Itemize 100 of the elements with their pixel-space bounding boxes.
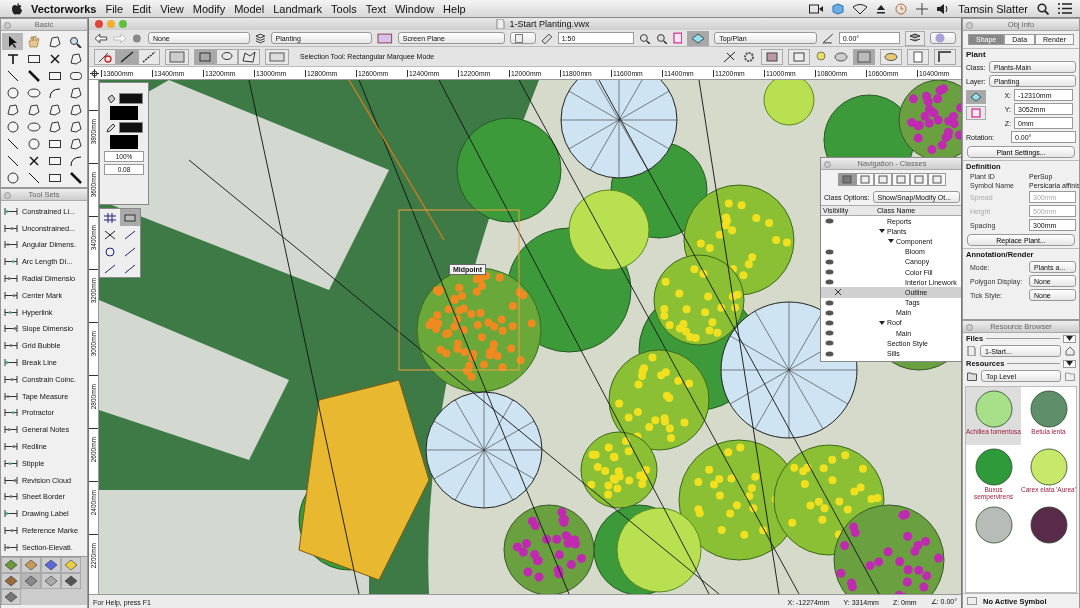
menu-item[interactable]: Model (234, 2, 265, 15)
rectangle-tool-icon[interactable] (47, 154, 62, 167)
menu-item[interactable]: View (160, 2, 184, 15)
snap-icon[interactable] (123, 262, 137, 275)
hidden-cross-icon[interactable] (835, 289, 841, 296)
home-icon[interactable] (1065, 346, 1075, 356)
dimension-tool-icon[interactable] (4, 222, 18, 234)
tool-set-icon[interactable] (64, 558, 78, 571)
snap-icon[interactable] (103, 228, 117, 241)
user-name[interactable]: Tamsin Slatter (958, 2, 1028, 15)
move-arrows-icon[interactable] (916, 2, 929, 15)
dimension-tool-icon[interactable] (4, 289, 18, 301)
render-dropdown[interactable] (930, 32, 956, 44)
pen-swatch[interactable] (118, 122, 143, 133)
clock-icon[interactable] (895, 2, 908, 15)
viewport-icon[interactable] (765, 50, 779, 63)
ruler-icon[interactable] (541, 32, 553, 44)
zoom-icon[interactable] (639, 32, 651, 44)
menu-button[interactable] (1063, 359, 1076, 368)
line-tool-icon[interactable] (5, 154, 20, 167)
circle-tool-icon[interactable] (5, 120, 20, 133)
shape-tool-icon[interactable] (26, 103, 41, 116)
pointer-icon[interactable] (723, 50, 737, 63)
dimension-tool-icon[interactable] (4, 373, 18, 385)
shape-tool-icon[interactable] (47, 35, 62, 48)
top-view-icon[interactable] (970, 92, 982, 102)
dimension-tool-icon[interactable] (4, 239, 18, 251)
rectangle-tool-icon[interactable] (47, 171, 62, 184)
tool-set-icon[interactable] (4, 590, 18, 603)
crosshair-icon[interactable] (90, 68, 99, 78)
shape-tool-icon[interactable] (68, 86, 83, 99)
search-icon[interactable] (1037, 2, 1049, 15)
disclosure-triangle-icon[interactable] (888, 238, 894, 245)
page-icon[interactable] (672, 32, 683, 44)
dimension-tool-icon[interactable] (4, 323, 18, 335)
eye-icon[interactable] (884, 50, 898, 63)
menu-item[interactable]: Landmark (273, 2, 323, 15)
menu-item[interactable]: Help (443, 2, 466, 15)
menu-item[interactable]: Edit (132, 2, 152, 15)
menu-item[interactable]: Modify (192, 2, 226, 15)
tool-set-icon[interactable] (4, 558, 18, 571)
class-icon[interactable] (131, 32, 144, 44)
line-tool-icon[interactable] (26, 171, 41, 184)
grid-icon[interactable] (103, 211, 117, 224)
dimension-tool-icon[interactable] (4, 457, 18, 469)
circle-tool-icon[interactable] (5, 171, 20, 184)
disclosure-triangle-icon[interactable] (879, 319, 885, 326)
plant-symbol-icon[interactable] (1028, 389, 1069, 429)
dimension-tool-icon[interactable] (4, 205, 18, 217)
dimension-tool-icon[interactable] (4, 441, 18, 453)
list-icon[interactable] (1058, 3, 1072, 14)
apple-logo-icon[interactable] (12, 2, 22, 15)
menu-item[interactable]: Tools (331, 2, 357, 15)
plant-symbol-icon[interactable] (973, 447, 1014, 487)
dimension-tool-icon[interactable] (4, 525, 18, 537)
video-camera-icon[interactable] (809, 3, 824, 14)
shape-tool-icon[interactable] (5, 52, 20, 65)
circle-tool-icon[interactable] (26, 86, 41, 99)
page-icon[interactable] (911, 50, 925, 63)
line-snap-icon[interactable] (120, 50, 134, 63)
tool-set-icon[interactable] (44, 558, 58, 571)
line-tool-icon[interactable] (26, 69, 41, 82)
snap-icon[interactable] (123, 228, 137, 241)
dimension-tool-icon[interactable] (4, 424, 18, 436)
dimension-tool-icon[interactable] (4, 357, 18, 369)
menu-item[interactable]: Text (365, 2, 386, 15)
document-icon[interactable] (967, 346, 976, 356)
rectangle-tool-icon[interactable] (47, 69, 62, 82)
shape-tool-icon[interactable] (68, 154, 83, 167)
tool-set-icon[interactable] (44, 574, 58, 587)
globe-icon[interactable] (834, 50, 848, 63)
zoom-icon[interactable] (655, 32, 668, 44)
light-bulb-icon[interactable] (815, 50, 829, 63)
menu-item[interactable]: Window (394, 2, 435, 15)
dimension-tool-icon[interactable] (4, 407, 18, 419)
shape-tool-icon[interactable] (5, 103, 20, 116)
snap-icon[interactable] (103, 262, 117, 275)
disclosure-triangle-icon[interactable] (879, 228, 885, 235)
shape-tool-icon[interactable] (68, 137, 83, 150)
dimension-tool-icon[interactable] (4, 273, 18, 285)
page-dropdown[interactable] (510, 32, 537, 44)
tool-set-icon[interactable] (24, 558, 38, 571)
tool-set-icon[interactable] (24, 574, 38, 587)
dimension-tool-icon[interactable] (4, 491, 18, 503)
app-menu[interactable]: Vectorworks (31, 2, 97, 15)
shape-tool-icon[interactable] (47, 120, 62, 133)
line-tool-icon[interactable] (5, 137, 20, 150)
speaker-icon[interactable] (937, 3, 950, 14)
dimension-tool-icon[interactable] (4, 541, 18, 553)
eye-icon[interactable] (825, 218, 834, 225)
line-tool-icon[interactable] (68, 171, 83, 184)
back-arrow-icon[interactable] (94, 32, 108, 44)
polygon-marquee-icon[interactable] (242, 50, 256, 63)
snap-icon[interactable] (123, 245, 137, 258)
dimension-tool-icon[interactable] (4, 306, 18, 318)
shape-tool-icon[interactable] (68, 103, 83, 116)
menu-button[interactable] (1063, 334, 1076, 343)
paint-bucket-icon[interactable] (105, 93, 116, 104)
circle-icon[interactable] (103, 245, 117, 258)
layers-icon[interactable] (254, 32, 266, 44)
